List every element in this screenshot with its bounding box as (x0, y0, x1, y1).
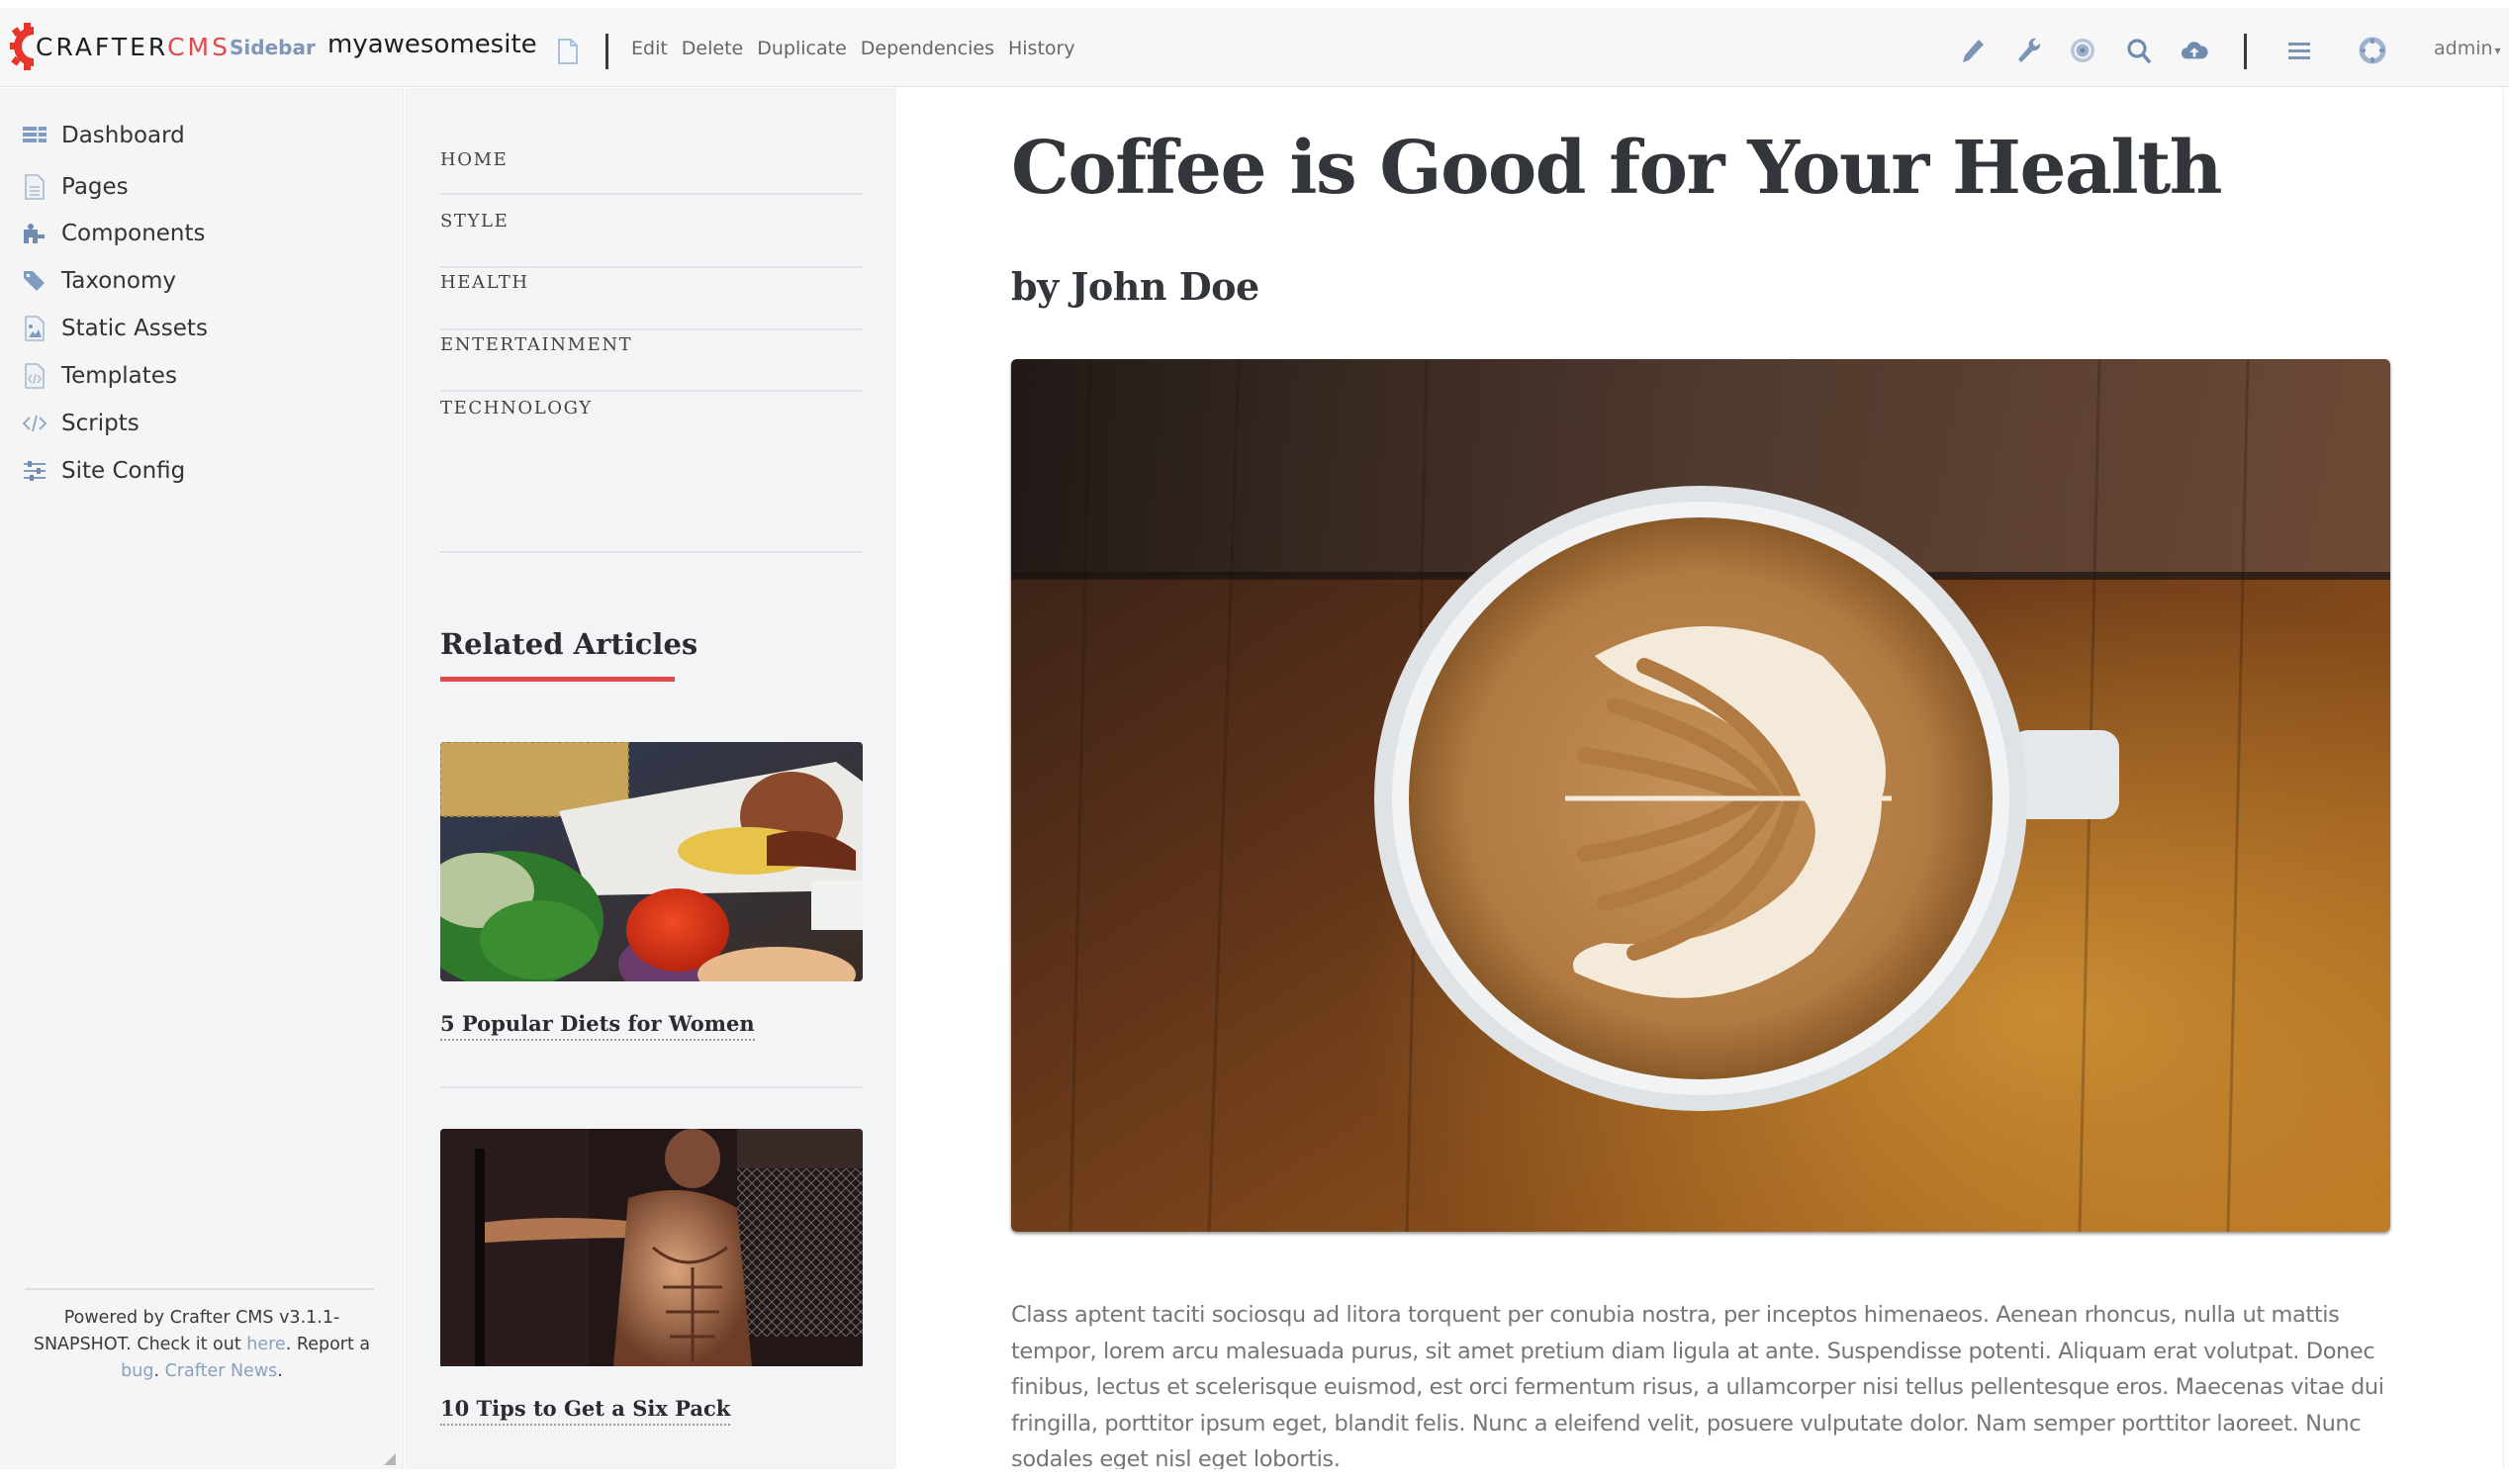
nav-link-home[interactable]: HOME (440, 149, 508, 170)
sidebar-item-label: Pages (61, 174, 129, 200)
related-articles-underline (440, 677, 675, 682)
nav-divider (440, 193, 863, 195)
nav-divider (440, 328, 863, 330)
wrench-icon[interactable] (2014, 36, 2042, 65)
nav-divider (440, 390, 863, 392)
nav-link-entertainment[interactable]: ENTERTAINMENT (440, 334, 632, 355)
sidebar-footer-divider (25, 1288, 374, 1290)
crafter-logo[interactable]: CRAFTERCMS (10, 22, 231, 71)
sidebar-item-taxonomy[interactable]: Taxonomy (22, 261, 176, 301)
sidebar-item-static-assets[interactable]: Static Assets (22, 309, 208, 348)
sidebar-item-scripts[interactable]: Scripts (22, 404, 139, 443)
page-bottom-edge (0, 1469, 2509, 1484)
life-ring-icon[interactable] (2359, 36, 2386, 65)
related-articles-heading: Related Articles (440, 627, 698, 661)
studio-sidebar: Dashboard Pages Components Taxonomy Stat… (0, 88, 404, 1469)
image-file-icon (25, 316, 45, 341)
dashboard-icon (23, 127, 46, 142)
sidebar-toggle-link[interactable]: Sidebar (230, 36, 316, 59)
footer-text: . (153, 1361, 165, 1381)
sidebar-item-site-config[interactable]: Site Config (22, 451, 185, 491)
sidebar-item-label: Taxonomy (61, 268, 176, 294)
sliders-icon (24, 461, 46, 481)
code-file-icon (25, 363, 45, 389)
here-link[interactable]: here (246, 1335, 285, 1354)
puzzle-icon (24, 224, 45, 243)
site-navigation-column: HOME STYLE HEALTH ENTERTAINMENT TECHNOLO… (405, 88, 896, 1469)
history-action[interactable]: History (1008, 38, 1075, 59)
sidebar-item-templates[interactable]: Templates (22, 356, 177, 396)
top-toolbar: CRAFTERCMS Sidebar myawesomesite Edit De… (0, 8, 2509, 87)
related-divider (440, 1086, 863, 1088)
sidebar-item-label: Components (61, 221, 206, 246)
related-article-image-six-pack[interactable] (440, 1129, 863, 1368)
sidebar-item-label: Scripts (61, 411, 139, 436)
logo-text: CRAFTERCMS (36, 32, 231, 61)
page-actions: Edit Delete Duplicate Dependencies Histo… (631, 38, 1075, 59)
gear-logo-icon (10, 23, 34, 70)
nav-divider (440, 551, 863, 553)
dependencies-action[interactable]: Dependencies (861, 38, 994, 59)
cloud-upload-icon[interactable] (2181, 36, 2208, 65)
search-icon[interactable] (2125, 36, 2153, 65)
nav-divider (440, 266, 863, 268)
sidebar-item-label: Dashboard (61, 123, 185, 148)
article-title: Coffee is Good for Your Health (1011, 126, 2223, 211)
hero-image (1011, 359, 2390, 1232)
tags-icon (24, 271, 45, 291)
sidebar-item-label: Site Config (61, 458, 186, 484)
related-article-link-six-pack[interactable]: 10 Tips to Get a Six Pack (440, 1396, 731, 1426)
toolbar-divider (605, 34, 608, 69)
code-icon (22, 415, 47, 432)
article-preview: Coffee is Good for Your Health by John D… (897, 88, 2504, 1472)
sidebar-item-dashboard[interactable]: Dashboard (22, 116, 185, 155)
footer-text: . (277, 1361, 283, 1381)
file-icon[interactable] (557, 38, 579, 65)
related-article-image-diets[interactable] (440, 742, 863, 981)
latte-coffee-image (1011, 359, 2390, 1232)
sidebar-footer: Powered by Crafter CMS v3.1.1-SNAPSHOT. … (20, 1305, 384, 1385)
nav-link-style[interactable]: STYLE (440, 211, 509, 232)
edit-action[interactable]: Edit (631, 38, 668, 59)
resize-grip-icon[interactable] (384, 1453, 396, 1465)
delete-action[interactable]: Delete (682, 38, 743, 59)
sidebar-item-components[interactable]: Components (22, 214, 206, 253)
nav-link-health[interactable]: HEALTH (440, 272, 529, 293)
site-name[interactable]: myawesomesite (327, 30, 537, 59)
menu-icon[interactable] (2285, 36, 2313, 65)
toolbar-divider-right (2244, 34, 2247, 69)
pencil-icon[interactable] (1959, 36, 1987, 65)
article-author: by John Doe (1011, 264, 1259, 309)
chevron-down-icon: ▾ (2494, 44, 2501, 57)
page-icon (25, 174, 45, 200)
duplicate-action[interactable]: Duplicate (757, 38, 847, 59)
footer-text: . Report a (285, 1335, 371, 1354)
related-article-link-diets[interactable]: 5 Popular Diets for Women (440, 1011, 755, 1041)
user-menu[interactable]: admin ▾ (2434, 38, 2501, 59)
target-icon[interactable] (2069, 36, 2096, 65)
healthy-food-image (440, 742, 863, 981)
sidebar-item-pages[interactable]: Pages (22, 167, 129, 207)
sidebar-item-label: Templates (61, 363, 177, 389)
sidebar-item-label: Static Assets (61, 316, 208, 341)
article-body: Class aptent taciti sociosqu ad litora t… (1011, 1302, 2384, 1472)
fitness-man-image (440, 1129, 863, 1366)
bug-link[interactable]: bug (121, 1361, 153, 1381)
nav-link-technology[interactable]: TECHNOLOGY (440, 398, 593, 418)
crafter-news-link[interactable]: Crafter News (165, 1361, 278, 1381)
